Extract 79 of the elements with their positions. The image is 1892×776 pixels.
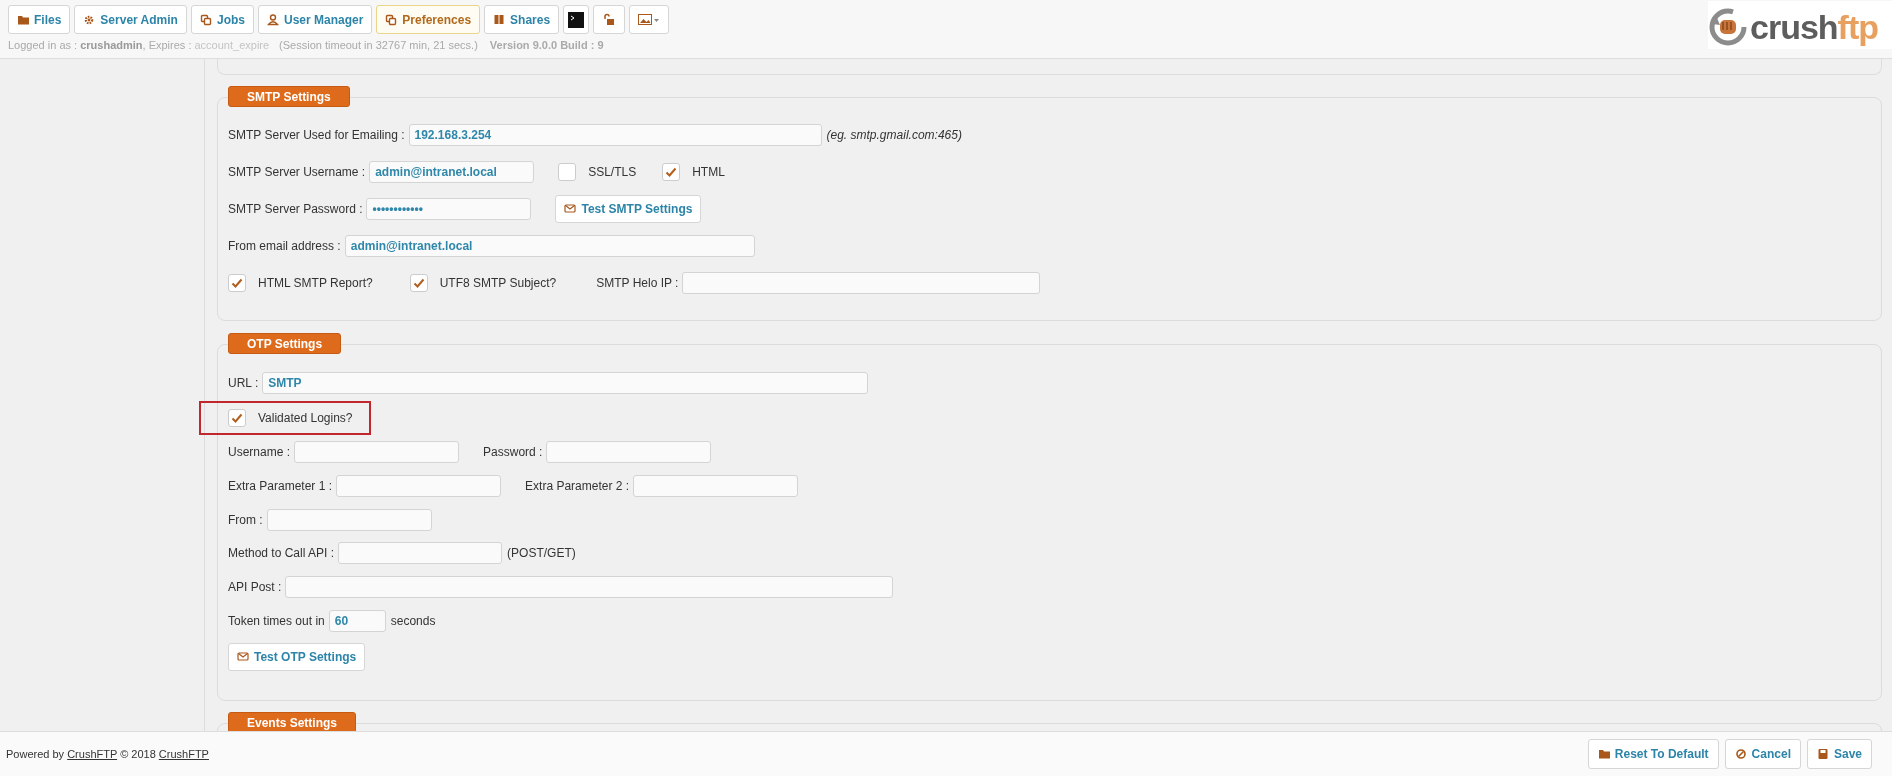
section-header: SMTP Settings bbox=[228, 86, 350, 107]
field-label: Password : bbox=[483, 444, 543, 461]
field-label: Extra Parameter 1 : bbox=[228, 478, 333, 495]
checkbox[interactable] bbox=[228, 409, 246, 427]
input-field[interactable] bbox=[546, 441, 712, 463]
terminal-icon bbox=[568, 11, 585, 28]
input-field[interactable] bbox=[633, 475, 799, 497]
field-label: SMTP Server Used for Emailing : bbox=[228, 126, 405, 144]
input-field[interactable] bbox=[294, 441, 460, 463]
padlock-icon bbox=[602, 12, 617, 27]
nav-tab[interactable]: Jobs bbox=[190, 5, 254, 34]
field-label: URL : bbox=[228, 375, 259, 392]
input-field[interactable]: 192.168.3.254 bbox=[408, 123, 822, 146]
test-settings-button[interactable]: Test SMTP Settings bbox=[555, 194, 702, 223]
nav-tab[interactable]: Preferences bbox=[376, 5, 481, 34]
field-label: SMTP Server Username : bbox=[228, 163, 366, 181]
cancel-icon bbox=[1734, 747, 1747, 761]
checkbox-label: Validated Logins? bbox=[258, 410, 353, 427]
field-label: SMTP Helo IP : bbox=[596, 274, 679, 292]
input-field[interactable] bbox=[285, 576, 894, 598]
image-dropdown-icon bbox=[638, 13, 661, 26]
field-label: API Post : bbox=[228, 579, 282, 596]
input-field[interactable] bbox=[266, 508, 432, 531]
session-timeout: (Session timeout in 32767 min, 21 secs.) bbox=[279, 38, 478, 53]
input-field[interactable]: SMTP bbox=[262, 372, 869, 394]
footer-button[interactable]: Save bbox=[1806, 739, 1872, 769]
copy-icon bbox=[385, 12, 398, 27]
nav-tab[interactable]: User Manager bbox=[257, 5, 373, 34]
footer-button[interactable]: Cancel bbox=[1724, 739, 1801, 769]
save-icon bbox=[1816, 747, 1829, 761]
hint-text: (eg. smtp.gmail.com:465) bbox=[826, 126, 962, 144]
field-label: Extra Parameter 2 : bbox=[525, 478, 630, 495]
user-icon bbox=[266, 12, 279, 27]
toolbar-button[interactable] bbox=[563, 5, 590, 34]
logo-wordmark: crushftp bbox=[1750, 9, 1878, 44]
envelope-icon bbox=[237, 650, 249, 664]
logo-icon bbox=[1708, 6, 1748, 47]
input-field[interactable] bbox=[338, 542, 503, 564]
field-label: Token times out in bbox=[228, 613, 325, 630]
nav-tab[interactable]: Files bbox=[8, 5, 71, 34]
checkbox-label: SSL/TLS bbox=[588, 163, 637, 181]
input-field[interactable]: 60 bbox=[328, 610, 386, 632]
field-label: From email address : bbox=[228, 237, 341, 255]
checkmark-icon bbox=[231, 277, 243, 288]
checkmark-icon bbox=[412, 277, 425, 288]
checkmark-icon bbox=[231, 413, 243, 423]
footer-button[interactable]: Reset To Default bbox=[1587, 739, 1719, 769]
hint-text: (POST/GET) bbox=[507, 545, 576, 562]
footer-link[interactable]: CrushFTP bbox=[67, 747, 118, 760]
envelope-icon bbox=[564, 201, 577, 216]
footer-link[interactable]: CrushFTP bbox=[158, 747, 209, 760]
section-header: Events Settings bbox=[228, 712, 357, 731]
field-label: Username : bbox=[228, 444, 291, 461]
field-label: Method to Call API : bbox=[228, 545, 335, 562]
copy-icon bbox=[199, 12, 212, 27]
checkbox[interactable] bbox=[558, 162, 577, 181]
folder-icon bbox=[1597, 747, 1610, 761]
book-icon bbox=[493, 12, 506, 27]
checkbox-label: HTML bbox=[692, 163, 725, 181]
checkbox[interactable] bbox=[662, 162, 681, 181]
input-field[interactable]: admin@intranet.local bbox=[369, 160, 535, 183]
checkmark-icon bbox=[665, 166, 678, 177]
nav-tab[interactable]: Shares bbox=[484, 5, 560, 34]
test-settings-button[interactable]: Test OTP Settings bbox=[228, 643, 366, 671]
version-label: Version 9.0.0 Build : 9 bbox=[489, 38, 604, 53]
field-label: SMTP Server Password : bbox=[228, 200, 363, 218]
field-label: From : bbox=[228, 511, 263, 529]
checkbox[interactable] bbox=[228, 273, 246, 292]
section-header: OTP Settings bbox=[228, 333, 342, 354]
input-field[interactable] bbox=[682, 271, 1041, 294]
checkbox[interactable] bbox=[409, 273, 428, 292]
checkbox-label: HTML SMTP Report? bbox=[258, 274, 373, 292]
input-field[interactable]: •••••••••••• bbox=[366, 197, 532, 220]
footer-text: Powered by CrushFTP © 2018 CrushFTP bbox=[6, 746, 209, 762]
input-field[interactable] bbox=[336, 475, 502, 497]
nav-tab[interactable]: Server Admin bbox=[74, 5, 187, 34]
checkbox-label: UTF8 SMTP Subject? bbox=[439, 274, 557, 292]
input-field[interactable]: admin@intranet.local bbox=[344, 234, 755, 257]
field-suffix: seconds bbox=[390, 613, 436, 630]
